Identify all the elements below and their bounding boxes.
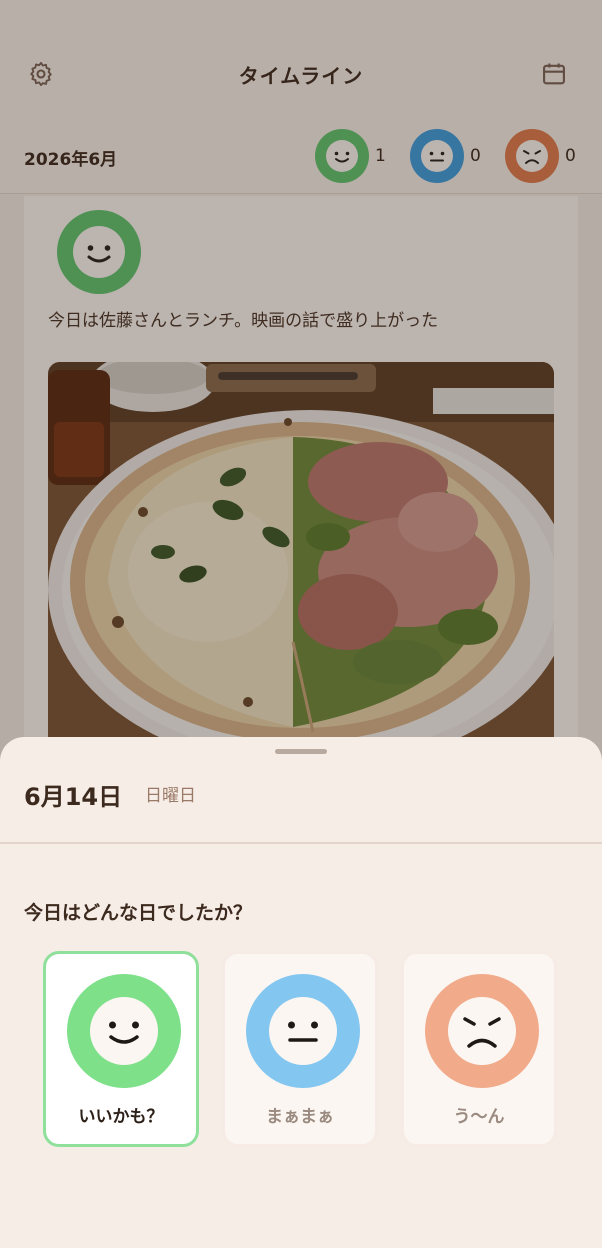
sheet-date: 6月14日 <box>24 783 123 811</box>
frown-face-icon <box>425 974 539 1088</box>
mood-option-label: う～ん <box>453 1107 505 1127</box>
mood-bottom-sheet: 6月14日 日曜日 今日はどんな日でしたか？ いいかも？ まぁまぁ う～ん <box>0 737 602 1248</box>
drag-handle[interactable] <box>275 749 327 754</box>
sheet-weekday: 日曜日 <box>145 786 196 806</box>
smile-face-icon <box>67 974 181 1088</box>
divider <box>0 842 602 844</box>
mood-option-neutral[interactable]: まぁまぁ <box>222 951 378 1147</box>
mood-option-label: まぁまぁ <box>266 1107 334 1127</box>
mood-option-label: いいかも？ <box>78 1107 164 1127</box>
mood-option-good[interactable]: いいかも？ <box>43 951 199 1147</box>
mood-question: 今日はどんな日でしたか？ <box>24 902 253 924</box>
mood-option-bad[interactable]: う～ん <box>401 951 557 1147</box>
neutral-face-icon <box>246 974 360 1088</box>
